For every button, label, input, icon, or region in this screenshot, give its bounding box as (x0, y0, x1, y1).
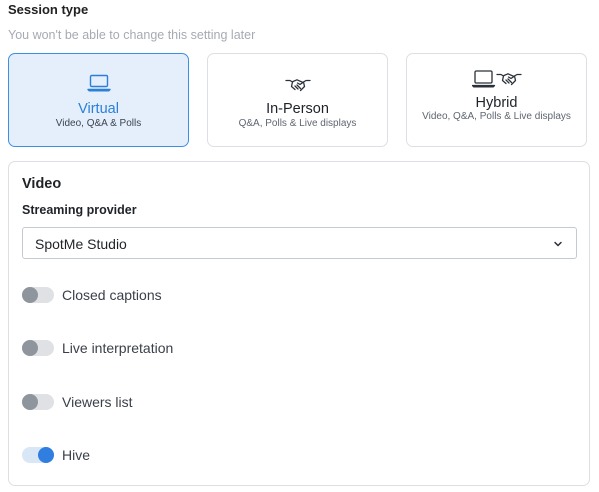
laptop-handshake-icon (407, 69, 586, 89)
streaming-provider-value: SpotMe Studio (35, 236, 127, 252)
closed-captions-row: Closed captions (22, 285, 162, 305)
viewers-list-row: Viewers list (22, 392, 133, 412)
video-settings-panel: Video Streaming provider SpotMe Studio C… (8, 161, 590, 486)
toggle-knob (22, 340, 38, 356)
toggle-knob (38, 447, 54, 463)
session-type-in-person-description: Q&A, Polls & Live displays (238, 118, 357, 129)
hive-toggle[interactable] (22, 447, 54, 463)
closed-captions-toggle[interactable] (22, 287, 54, 303)
hive-row: Hive (22, 445, 90, 465)
session-type-in-person-card[interactable]: In-Person Q&A, Polls & Live displays (207, 53, 388, 147)
laptop-icon (9, 74, 188, 92)
session-type-hybrid-label: Hybrid (475, 95, 518, 111)
live-interpretation-row: Live interpretation (22, 338, 173, 358)
session-type-hybrid-card[interactable]: Hybrid Video, Q&A, Polls & Live displays (406, 53, 587, 147)
session-type-hint: You won't be able to change this setting… (8, 28, 256, 42)
handshake-icon (208, 78, 387, 92)
session-type-in-person-label: In-Person (266, 101, 329, 117)
viewers-list-toggle[interactable] (22, 394, 54, 410)
streaming-provider-label: Streaming provider (22, 203, 137, 217)
streaming-provider-select[interactable]: SpotMe Studio (22, 227, 577, 259)
chevron-down-icon (554, 241, 562, 247)
session-type-hybrid-description: Video, Q&A, Polls & Live displays (422, 111, 571, 122)
toggle-knob (22, 394, 38, 410)
live-interpretation-toggle[interactable] (22, 340, 54, 356)
session-type-virtual-card[interactable]: Virtual Video, Q&A & Polls (8, 53, 189, 147)
session-type-virtual-label: Virtual (78, 101, 119, 117)
live-interpretation-label: Live interpretation (62, 340, 174, 356)
session-type-heading: Session type (8, 2, 89, 17)
session-type-virtual-description: Video, Q&A & Polls (55, 118, 142, 129)
closed-captions-label: Closed captions (62, 287, 162, 303)
video-heading: Video (22, 176, 62, 192)
toggle-knob (22, 287, 38, 303)
hive-label: Hive (62, 447, 91, 463)
viewers-list-label: Viewers list (62, 394, 133, 410)
